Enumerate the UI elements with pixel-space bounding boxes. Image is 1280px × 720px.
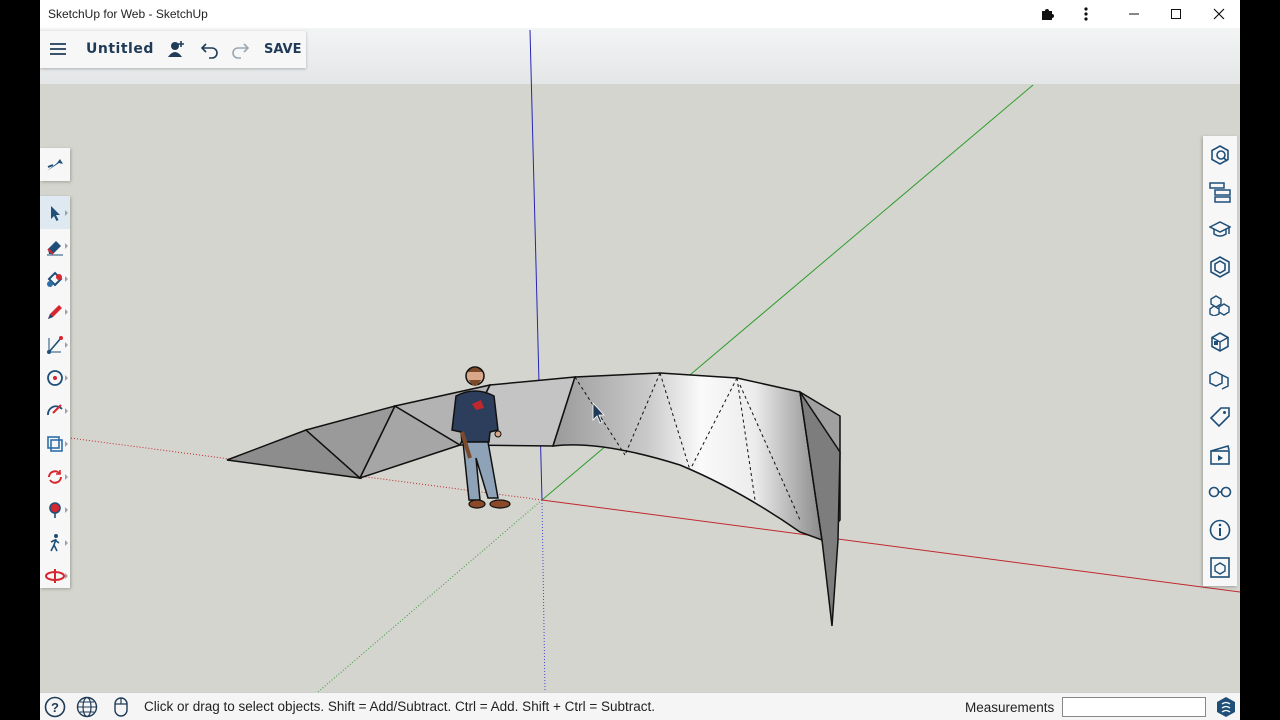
- entity-info-icon: [1211, 144, 1229, 165]
- arrow-cursor-icon: [51, 205, 60, 221]
- solid-tools-icon: [1209, 370, 1229, 390]
- pencil-icon: [48, 304, 62, 319]
- close-button[interactable]: [1199, 0, 1239, 28]
- maximize-button[interactable]: [1156, 0, 1196, 28]
- search-tools-icon: [47, 158, 63, 171]
- rotate-icon: [48, 469, 62, 484]
- eraser-icon: [47, 240, 63, 255]
- model-info-button[interactable]: [1203, 511, 1237, 549]
- solid-tools-button[interactable]: [1203, 361, 1237, 399]
- file-toolbar: Untitled SAVE: [40, 31, 306, 68]
- info-icon: [1209, 519, 1231, 541]
- window-title: SketchUp for Web - SketchUp: [48, 7, 208, 21]
- line-icon: [47, 335, 63, 354]
- arc-tool[interactable]: [40, 394, 70, 427]
- red-axis: [541, 499, 1240, 593]
- outliner-button[interactable]: [1203, 174, 1237, 212]
- section-plane-icon: [45, 568, 65, 583]
- 3d-warehouse-button[interactable]: [1203, 286, 1237, 324]
- walk-tool[interactable]: [40, 526, 70, 559]
- eraser-tool[interactable]: [40, 229, 70, 262]
- outliner-icon: [1209, 182, 1231, 203]
- paint-bucket-tool[interactable]: [40, 262, 70, 295]
- green-axis-negative: [317, 499, 543, 692]
- components-icon: [1210, 256, 1230, 279]
- svg-text:?: ?: [51, 700, 59, 715]
- section-plane-tool[interactable]: [40, 559, 70, 592]
- model-viewport[interactable]: [40, 0, 1240, 692]
- close-icon: [1213, 8, 1225, 20]
- instructor-icon: [1209, 220, 1231, 237]
- rotate-tool[interactable]: [40, 460, 70, 493]
- search-tools-button[interactable]: [40, 148, 70, 181]
- arc-icon: [47, 403, 63, 415]
- puzzle-icon: [1042, 9, 1054, 20]
- add-user-icon[interactable]: [166, 39, 188, 61]
- view-icon: [1210, 557, 1230, 579]
- tags-button[interactable]: [1203, 399, 1237, 437]
- display-button[interactable]: [1203, 474, 1237, 512]
- minimize-icon: [1129, 13, 1139, 15]
- more-options-button[interactable]: [1066, 0, 1106, 28]
- kebab-menu-icon: [1084, 7, 1088, 21]
- status-message: Click or drag to select objects. Shift =…: [144, 699, 655, 714]
- entity-info-button[interactable]: [1203, 136, 1237, 174]
- undo-icon[interactable]: [200, 39, 222, 61]
- save-button[interactable]: SAVE: [264, 42, 301, 57]
- offset-tool[interactable]: [40, 427, 70, 460]
- sketchup-logo-icon: [1215, 696, 1237, 718]
- sketchup-app: SketchUp for Web - SketchUp Untitled SAV…: [40, 0, 1240, 720]
- minimize-button[interactable]: [1114, 0, 1154, 28]
- 3d-warehouse-icon: [1209, 294, 1230, 316]
- maximize-icon: [1171, 9, 1181, 19]
- position-camera-tool[interactable]: [40, 493, 70, 526]
- pencil-tool[interactable]: [40, 295, 70, 328]
- instructor-button[interactable]: [1203, 211, 1237, 249]
- window-title-bar: SketchUp for Web - SketchUp: [40, 0, 1240, 28]
- hamburger-icon[interactable]: [48, 39, 70, 61]
- materials-button[interactable]: [1203, 324, 1237, 362]
- scenes-button[interactable]: [1203, 436, 1237, 474]
- mouse-icon[interactable]: [110, 696, 132, 718]
- search-tools-bar: [40, 148, 70, 181]
- extensions-button[interactable]: [1028, 0, 1068, 28]
- circle-tool[interactable]: [40, 361, 70, 394]
- left-tool-bar: [40, 196, 70, 588]
- document-title[interactable]: Untitled: [86, 41, 154, 57]
- line-tool[interactable]: [40, 328, 70, 361]
- right-panel-bar: [1203, 136, 1237, 586]
- tags-icon: [1209, 407, 1230, 428]
- walk-icon: [50, 533, 60, 551]
- blue-axis-negative: [541, 499, 546, 692]
- measurements-label: Measurements: [965, 700, 1055, 715]
- help-icon[interactable]: ?: [44, 696, 66, 718]
- measurements-input[interactable]: [1062, 697, 1206, 717]
- paint-bucket-icon: [47, 271, 63, 287]
- circle-icon: [47, 369, 63, 386]
- select-tool[interactable]: [40, 196, 70, 229]
- camera-position-icon: [49, 501, 61, 518]
- components-button[interactable]: [1203, 249, 1237, 287]
- materials-icon: [1211, 332, 1229, 353]
- scenes-icon: [1210, 444, 1230, 465]
- redo-icon[interactable]: [230, 39, 252, 61]
- globe-icon[interactable]: [76, 696, 98, 718]
- status-bar: ? Click or drag to select objects. Shift…: [40, 692, 1240, 720]
- view-button[interactable]: [1203, 549, 1237, 587]
- offset-icon: [47, 435, 63, 452]
- glasses-icon: [1208, 486, 1232, 498]
